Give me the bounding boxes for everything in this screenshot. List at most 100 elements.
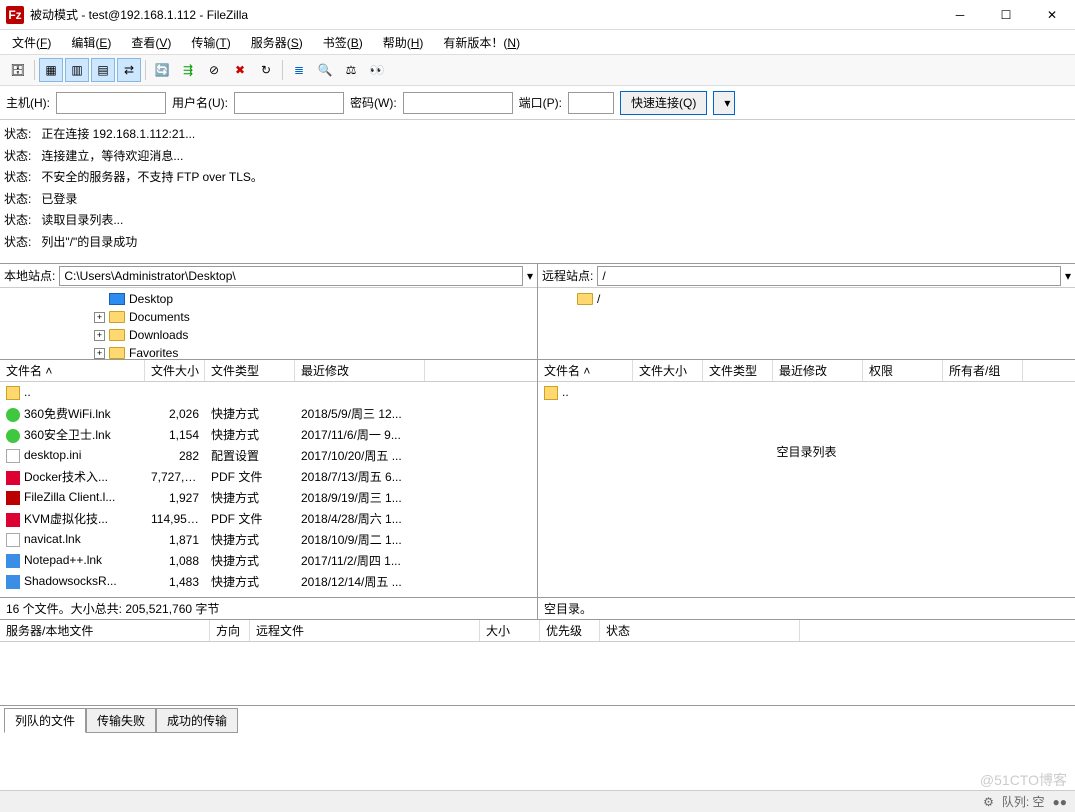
pass-input[interactable] bbox=[403, 92, 513, 114]
reconnect-icon[interactable]: ↻ bbox=[254, 58, 278, 82]
local-path-input[interactable] bbox=[59, 266, 523, 286]
column-header[interactable]: 文件名 ˄ bbox=[0, 360, 145, 381]
tree-item[interactable]: / bbox=[542, 290, 1071, 308]
column-header[interactable]: 文件大小 bbox=[633, 360, 703, 381]
host-label: 主机(H): bbox=[6, 94, 50, 111]
disconnect-icon[interactable]: ✖ bbox=[228, 58, 252, 82]
column-header[interactable]: 方向 bbox=[210, 620, 250, 641]
queue-status: 队列: 空 bbox=[1002, 793, 1045, 810]
local-tree[interactable]: Desktop+Documents+Downloads+Favorites bbox=[0, 288, 537, 359]
watermark: @51CTO博客 bbox=[980, 770, 1067, 790]
remote-path-input[interactable] bbox=[597, 266, 1061, 286]
search-icon[interactable]: 🔍 bbox=[313, 58, 337, 82]
log-row: 状态:连接建立，等待欢迎消息... bbox=[4, 146, 1071, 168]
quickconnect-bar: 主机(H): 用户名(U): 密码(W): 端口(P): 快速连接(Q) ▾ bbox=[0, 86, 1075, 120]
summary-row: 16 个文件。大小总共: 205,521,760 字节 空目录。 bbox=[0, 598, 1075, 620]
user-input[interactable] bbox=[234, 92, 344, 114]
gear-icon[interactable]: ⚙ bbox=[983, 795, 994, 809]
toggle-local-tree-icon[interactable]: ▥ bbox=[65, 58, 89, 82]
compare-icon[interactable]: ⚖ bbox=[339, 58, 363, 82]
column-header[interactable]: 文件类型 bbox=[205, 360, 295, 381]
column-header[interactable]: 权限 bbox=[863, 360, 943, 381]
port-input[interactable] bbox=[568, 92, 614, 114]
file-row[interactable]: ShadowsocksR...1,483快捷方式2018/12/14/周五 ..… bbox=[0, 571, 537, 592]
remote-site-pane: 远程站点: ▾ / bbox=[538, 264, 1075, 359]
file-row[interactable]: 360免费WiFi.lnk2,026快捷方式2018/5/9/周三 12... bbox=[0, 403, 537, 424]
column-header[interactable]: 所有者/组 bbox=[943, 360, 1023, 381]
column-header[interactable]: 文件大小 bbox=[145, 360, 205, 381]
tree-item[interactable]: +Favorites bbox=[4, 344, 533, 359]
quickconnect-dropdown[interactable]: ▾ bbox=[713, 91, 735, 115]
file-row[interactable]: 360安全卫士.lnk1,154快捷方式2017/11/6/周一 9... bbox=[0, 424, 537, 445]
menu-服务器(S)[interactable]: 服务器(S) bbox=[245, 32, 309, 53]
chevron-down-icon[interactable]: ▾ bbox=[1065, 269, 1071, 283]
refresh-icon[interactable]: 🔄 bbox=[150, 58, 174, 82]
app-icon: Fz bbox=[6, 6, 24, 24]
menu-传输(T)[interactable]: 传输(T) bbox=[185, 32, 236, 53]
filter-icon[interactable]: ≣ bbox=[287, 58, 311, 82]
menu-文件(F)[interactable]: 文件(F) bbox=[6, 32, 57, 53]
queue-tab[interactable]: 成功的传输 bbox=[156, 708, 238, 733]
process-queue-icon[interactable]: ⇶ bbox=[176, 58, 200, 82]
toggle-remote-tree-icon[interactable]: ▤ bbox=[91, 58, 115, 82]
log-row: 状态:列出"/"的目录成功 bbox=[4, 232, 1071, 254]
column-header[interactable]: 最近修改 bbox=[295, 360, 425, 381]
window-title: 被动模式 - test@192.168.1.112 - FileZilla bbox=[30, 6, 937, 23]
column-header[interactable]: 远程文件 bbox=[250, 620, 480, 641]
menu-编辑(E)[interactable]: 编辑(E) bbox=[65, 32, 117, 53]
column-header[interactable]: 最近修改 bbox=[773, 360, 863, 381]
column-header[interactable]: 大小 bbox=[480, 620, 540, 641]
column-header[interactable]: 文件名 ˄ bbox=[538, 360, 633, 381]
remote-tree[interactable]: / bbox=[538, 288, 1075, 359]
maximize-button[interactable]: ☐ bbox=[983, 0, 1029, 30]
log-row: 状态:已登录 bbox=[4, 189, 1071, 211]
menu-帮助(H)[interactable]: 帮助(H) bbox=[377, 32, 430, 53]
file-row[interactable]: desktop.ini282配置设置2017/10/20/周五 ... bbox=[0, 445, 537, 466]
tree-item[interactable]: +Downloads bbox=[4, 326, 533, 344]
chevron-down-icon[interactable]: ▾ bbox=[527, 269, 533, 283]
remote-file-list: 文件名 ˄文件大小文件类型最近修改权限所有者/组 .. 空目录列表 bbox=[538, 360, 1075, 597]
log-row: 状态:不安全的服务器，不支持 FTP over TLS。 bbox=[4, 167, 1071, 189]
log-row: 状态:正在连接 192.168.1.112:21... bbox=[4, 124, 1071, 146]
sync-browse-icon[interactable]: 👀 bbox=[365, 58, 389, 82]
empty-dir-text: 空目录列表 bbox=[538, 403, 1075, 460]
menu-书签(B)[interactable]: 书签(B) bbox=[317, 32, 369, 53]
remote-site-label: 远程站点: bbox=[542, 267, 593, 284]
file-row[interactable]: Notepad++.lnk1,088快捷方式2017/11/2/周四 1... bbox=[0, 550, 537, 571]
toggle-queue-icon[interactable]: ⇄ bbox=[117, 58, 141, 82]
port-label: 端口(P): bbox=[519, 94, 562, 111]
column-header[interactable]: 优先级 bbox=[540, 620, 600, 641]
bullet-icon: ●● bbox=[1053, 795, 1068, 809]
remote-rows[interactable]: .. 空目录列表 bbox=[538, 382, 1075, 597]
tree-item[interactable]: Desktop bbox=[4, 290, 533, 308]
queue-body[interactable] bbox=[0, 642, 1075, 705]
column-header[interactable]: 文件类型 bbox=[703, 360, 773, 381]
tree-item[interactable]: +Documents bbox=[4, 308, 533, 326]
column-header[interactable]: 服务器/本地文件 bbox=[0, 620, 210, 641]
menu-查看(V)[interactable]: 查看(V) bbox=[125, 32, 177, 53]
cancel-icon[interactable]: ⊘ bbox=[202, 58, 226, 82]
host-input[interactable] bbox=[56, 92, 166, 114]
column-header[interactable]: 状态 bbox=[600, 620, 800, 641]
toggle-log-icon[interactable]: ▦ bbox=[39, 58, 63, 82]
queue-pane: 服务器/本地文件方向远程文件大小优先级状态 bbox=[0, 620, 1075, 706]
file-row[interactable]: navicat.lnk1,871快捷方式2018/10/9/周二 1... bbox=[0, 529, 537, 550]
queue-tab[interactable]: 传输失败 bbox=[86, 708, 156, 733]
close-button[interactable]: ✕ bbox=[1029, 0, 1075, 30]
file-row[interactable]: KVM虚拟化技...114,951,5...PDF 文件2018/4/28/周六… bbox=[0, 508, 537, 529]
local-summary: 16 个文件。大小总共: 205,521,760 字节 bbox=[0, 598, 538, 619]
file-row[interactable]: Docker技术入...7,727,355PDF 文件2018/7/13/周五 … bbox=[0, 466, 537, 487]
site-manager-icon[interactable]: 🗄 bbox=[6, 58, 30, 82]
menu-有新版本！(N)[interactable]: 有新版本！(N) bbox=[437, 32, 526, 53]
queue-tab[interactable]: 列队的文件 bbox=[4, 708, 86, 733]
file-row[interactable]: .. bbox=[538, 382, 1075, 403]
quickconnect-button[interactable]: 快速连接(Q) bbox=[620, 91, 707, 115]
user-label: 用户名(U): bbox=[172, 94, 228, 111]
local-site-label: 本地站点: bbox=[4, 267, 55, 284]
file-row[interactable]: FileZilla Client.l...1,927快捷方式2018/9/19/… bbox=[0, 487, 537, 508]
file-row[interactable]: .. bbox=[0, 382, 537, 403]
statusbar: ⚙ 队列: 空 ●● bbox=[0, 790, 1075, 812]
minimize-button[interactable]: ─ bbox=[937, 0, 983, 30]
local-rows[interactable]: ..360免费WiFi.lnk2,026快捷方式2018/5/9/周三 12..… bbox=[0, 382, 537, 597]
log-pane[interactable]: 状态:正在连接 192.168.1.112:21...状态:连接建立，等待欢迎消… bbox=[0, 120, 1075, 264]
